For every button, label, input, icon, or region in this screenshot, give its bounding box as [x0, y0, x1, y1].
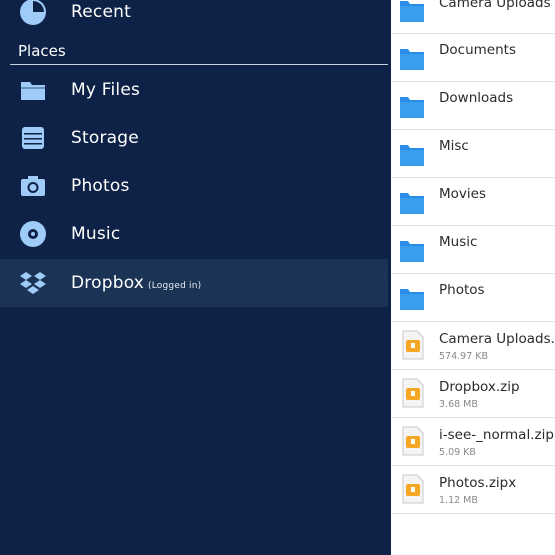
zip-file-icon: [402, 474, 424, 504]
folder-icon: [400, 97, 424, 118]
folder-icon: [400, 193, 424, 214]
file-name: i-see-_normal.zip: [439, 427, 554, 443]
list-item[interactable]: Misc: [391, 130, 555, 178]
storage-icon: [17, 122, 49, 154]
sidebar-item-recent[interactable]: Recent: [0, 0, 388, 36]
list-item[interactable]: Music: [391, 226, 555, 274]
file-name: Camera Uploads: [439, 0, 551, 11]
file-size: 1.12 MB: [439, 495, 478, 506]
list-item[interactable]: Camera Uploads. 574.97 KB: [391, 322, 555, 370]
sidebar-item-photos[interactable]: Photos: [0, 162, 388, 210]
file-name: Downloads: [439, 90, 514, 106]
dropbox-status: (Logged in): [148, 281, 202, 291]
file-name: Camera Uploads.: [439, 331, 555, 347]
list-item[interactable]: Photos.zipx 1.12 MB: [391, 466, 555, 514]
sidebar-item-music[interactable]: Music: [0, 210, 388, 258]
sidebar-item-label: Music: [71, 224, 121, 244]
sidebar-item-label: Recent: [71, 2, 131, 22]
dropbox-icon: [17, 267, 49, 299]
file-name: Misc: [439, 138, 469, 154]
sidebar-item-storage[interactable]: Storage: [0, 114, 388, 162]
zip-file-icon: [402, 426, 424, 456]
list-item[interactable]: Documents: [391, 34, 555, 82]
list-item[interactable]: Dropbox.zip 3.68 MB: [391, 370, 555, 418]
file-size: 5.09 KB: [439, 447, 476, 458]
clock-icon: [17, 0, 49, 28]
list-item[interactable]: Downloads: [391, 82, 555, 130]
music-disc-icon: [17, 218, 49, 250]
file-name: Documents: [439, 42, 516, 58]
sidebar-item-label: Storage: [71, 128, 139, 148]
list-item[interactable]: Photos: [391, 274, 555, 322]
folder-icon: [400, 145, 424, 166]
file-name: Photos: [439, 282, 485, 298]
file-list: Camera Uploads Documents Downloads Misc …: [391, 0, 555, 555]
navigation-drawer: Recent Places My Files Storage Photos Mu…: [0, 0, 388, 555]
folder-icon: [400, 241, 424, 262]
sidebar-item-label: Photos: [71, 176, 130, 196]
file-name: Movies: [439, 186, 486, 202]
sidebar-item-label: Dropbox (Logged in): [71, 273, 202, 293]
places-header: Places: [18, 42, 66, 60]
file-name: Music: [439, 234, 478, 250]
zip-file-icon: [402, 378, 424, 408]
file-size: 574.97 KB: [439, 351, 489, 362]
sidebar-item-my-files[interactable]: My Files: [0, 66, 388, 114]
camera-icon: [17, 170, 49, 202]
sidebar-item-label: My Files: [71, 80, 141, 100]
places-divider: [10, 64, 388, 65]
file-size: 3.68 MB: [439, 399, 478, 410]
sidebar-item-dropbox[interactable]: Dropbox (Logged in): [0, 259, 388, 307]
list-item[interactable]: Movies: [391, 178, 555, 226]
zip-file-icon: [402, 330, 424, 360]
file-name: Photos.zipx: [439, 475, 517, 491]
list-item[interactable]: i-see-_normal.zip 5.09 KB: [391, 418, 555, 466]
file-name: Dropbox.zip: [439, 379, 520, 395]
folder-icon: [400, 289, 424, 310]
folder-icon: [400, 1, 424, 22]
list-item[interactable]: Camera Uploads: [391, 0, 555, 34]
folder-icon: [17, 74, 49, 106]
folder-icon: [400, 49, 424, 70]
